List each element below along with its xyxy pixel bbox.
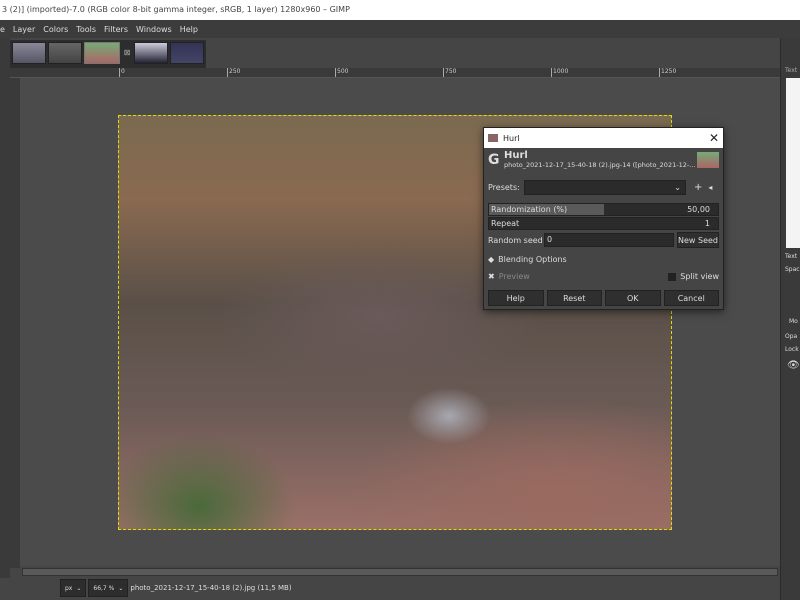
new-seed-button[interactable]: New Seed [677, 232, 719, 248]
eye-icon[interactable]: 👁 [787, 360, 800, 371]
menu-edit[interactable]: e [0, 25, 5, 34]
lock-label: Lock [785, 346, 799, 353]
image-tab[interactable] [134, 42, 168, 64]
status-bar: px ⌄ 66,7 % ⌄ photo_2021-12-17_15-40-18 (2… [60, 578, 292, 598]
randomization-slider[interactable]: Randomization (%) 50,00 [488, 203, 719, 216]
dialog-window-title: Hurl [503, 133, 520, 143]
split-view-checkbox[interactable] [668, 272, 677, 281]
horizontal-ruler: 0 250 500 750 1000 1250 [10, 68, 780, 78]
window-title: 3 (2)] (imported)-7.0 (RGB color 8-bit g… [0, 0, 800, 20]
unit-select[interactable]: px ⌄ [60, 579, 87, 597]
presets-label: Presets: [488, 183, 520, 192]
add-preset-icon[interactable]: + [694, 182, 702, 193]
hurl-dialog: Hurl ✕ G Hurl photo_2021-12-17_15-40-18 … [483, 127, 724, 310]
random-seed-label: Random seed [488, 235, 543, 245]
random-seed-input[interactable]: 0 [544, 233, 674, 247]
ruler-tick: 750 [443, 68, 457, 77]
image-tabs: ⊠ [10, 40, 206, 68]
dialog-subtitle: photo_2021-12-17_15-40-18 (2).jpg-14 ([p… [504, 161, 696, 169]
dialog-heading: Hurl [504, 150, 528, 161]
menu-help[interactable]: Help [180, 25, 198, 34]
close-tab-icon[interactable]: ⊠ [122, 42, 132, 66]
status-filename: photo_2021-12-17_15-40-18 (2).jpg (11,5 … [130, 584, 292, 592]
presets-dropdown[interactable]: ⌄ [524, 180, 686, 195]
chevron-down-icon: ⌄ [76, 584, 82, 592]
preset-menu-icon[interactable]: ◂ [708, 183, 712, 192]
preview-checkbox[interactable]: ✖ [488, 272, 495, 281]
unit-value: px [65, 584, 73, 592]
image-tab[interactable] [48, 42, 82, 64]
menu-bar: e Layer Colors Tools Filters Windows Hel… [0, 20, 800, 38]
chevron-down-icon: ⌄ [118, 584, 124, 592]
vertical-ruler [10, 78, 20, 568]
close-icon[interactable]: ✕ [709, 131, 719, 145]
ruler-tick: 250 [227, 68, 241, 77]
ok-button[interactable]: OK [605, 290, 661, 306]
repeat-slider[interactable]: Repeat 1 [488, 217, 719, 230]
menu-tools[interactable]: Tools [76, 25, 96, 34]
cancel-button[interactable]: Cancel [663, 290, 719, 306]
repeat-value: 1 [704, 219, 710, 228]
mode-label: Mo [789, 318, 798, 325]
expander-icon[interactable]: ◆ [488, 255, 494, 264]
seed-value: 0 [547, 235, 553, 244]
image-tab-active[interactable] [84, 42, 120, 64]
preview-label: Preview [498, 272, 530, 281]
blending-options-expander[interactable]: Blending Options [498, 255, 567, 264]
ruler-tick: 500 [335, 68, 349, 77]
ruler-tick: 1000 [551, 68, 569, 77]
menu-layer[interactable]: Layer [13, 25, 35, 34]
menu-colors[interactable]: Colors [43, 25, 68, 34]
image-preview-thumbnail [697, 151, 719, 168]
image-tab[interactable] [170, 42, 204, 64]
panel-label: Spac [785, 266, 800, 273]
horizontal-scrollbar[interactable] [22, 568, 778, 576]
repeat-label: Repeat [491, 219, 520, 228]
reset-button[interactable]: Reset [546, 290, 602, 306]
gegl-icon: G [488, 151, 500, 168]
panel-label: Text [785, 253, 798, 260]
image-tab[interactable] [12, 42, 46, 64]
zoom-select[interactable]: 66,7 % ⌄ [88, 579, 129, 597]
ruler-tick: 1250 [659, 68, 677, 77]
brushes-panel[interactable] [786, 78, 800, 248]
dialog-titlebar: Hurl ✕ [484, 128, 723, 148]
menu-filters[interactable]: Filters [104, 25, 128, 34]
panel-label: Text [785, 67, 798, 74]
ruler-tick: 0 [119, 68, 125, 77]
menu-windows[interactable]: Windows [136, 25, 172, 34]
randomization-label: Randomization (%) [491, 205, 568, 214]
zoom-value: 66,7 % [93, 584, 115, 592]
chevron-down-icon: ⌄ [674, 183, 681, 192]
help-button[interactable]: Help [488, 290, 544, 306]
toolbox [0, 38, 10, 578]
image-icon [488, 134, 498, 142]
split-view-label: Split view [680, 272, 719, 281]
opacity-label: Opa [785, 333, 798, 340]
randomization-value: 50,00 [687, 205, 710, 214]
